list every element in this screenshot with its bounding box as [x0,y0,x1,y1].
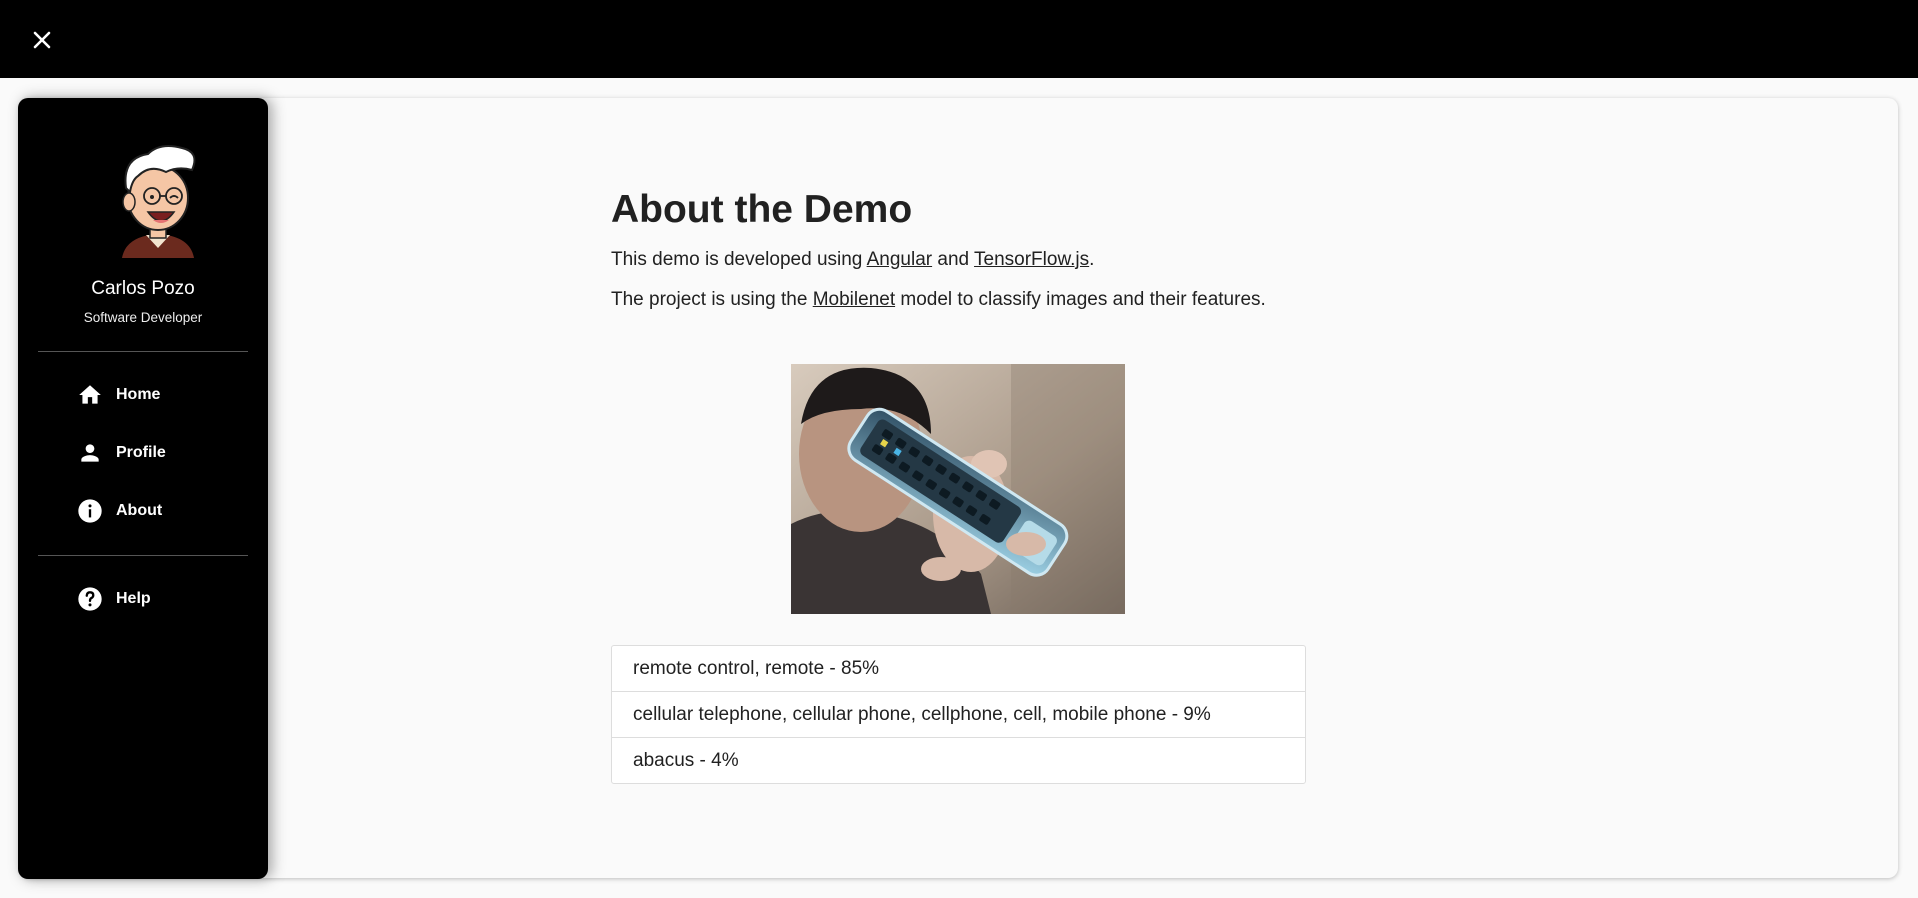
intro-text-middle: and [932,249,975,270]
angular-link[interactable]: Angular [867,249,933,270]
sidebar: Carlos Pozo Software Developer Home Prof… [18,98,268,879]
sidebar-item-profile[interactable]: Profile [38,429,248,477]
sidebar-divider [38,351,248,352]
sidebar-item-home[interactable]: Home [38,371,248,419]
intro-text-start: This demo is developed using [611,249,867,270]
sidebar-item-label: Help [116,590,151,607]
user-role: Software Developer [83,310,203,325]
top-toolbar [0,0,1918,78]
sidebar-item-label: Home [116,386,161,403]
page-title: About the Demo [611,188,913,231]
sidebar-item-about[interactable]: About [38,487,248,535]
sidebar-item-help[interactable]: Help [38,575,248,623]
person-icon [76,439,104,467]
webcam-image [791,364,1125,614]
close-icon[interactable] [28,26,56,54]
home-icon [76,381,104,409]
list-item: remote control, remote - 85% [612,646,1305,692]
intro-text-end: . [1089,249,1095,270]
avatar [108,140,208,262]
tensorflow-link[interactable]: TensorFlow.js [974,249,1089,270]
model-text-start: The project is using the [611,289,813,310]
list-item: cellular telephone, cellular phone, cell… [612,692,1305,738]
mobilenet-link[interactable]: Mobilenet [813,289,895,310]
prediction-list: remote control, remote - 85% cellular te… [611,645,1306,784]
model-text: The project is using the Mobilenet model… [611,280,1306,320]
sidebar-item-label: About [116,502,163,519]
model-text-end: model to classify images and their featu… [895,289,1266,310]
list-item: abacus - 4% [633,750,739,771]
sidebar-item-label: Profile [116,444,166,461]
info-icon [76,497,104,525]
intro-text: This demo is developed using Angular and… [611,240,1306,280]
user-name: Carlos Pozo [91,278,195,299]
about-content: About the Demo This demo is developed us… [611,180,1306,784]
help-icon [76,585,104,613]
sidebar-divider [38,555,248,556]
